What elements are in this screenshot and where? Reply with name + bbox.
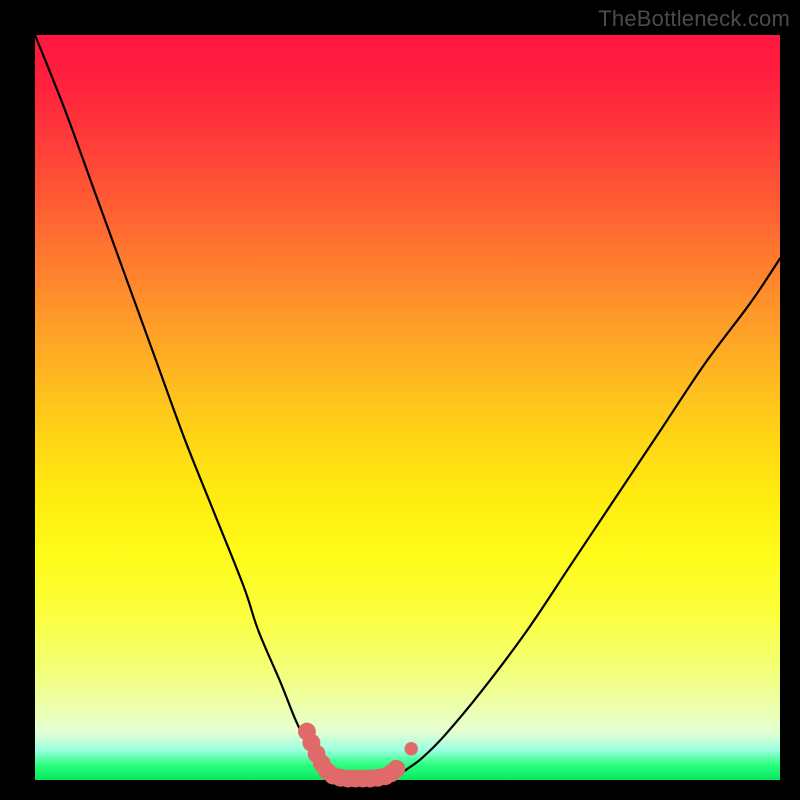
curve-right-branch bbox=[396, 259, 780, 777]
marker-dot bbox=[405, 742, 418, 755]
highlight-markers bbox=[298, 723, 418, 788]
marker-dot bbox=[387, 760, 405, 778]
chart-svg bbox=[35, 35, 780, 780]
watermark-text: TheBottleneck.com bbox=[598, 6, 790, 32]
plot-area bbox=[35, 35, 780, 780]
chart-frame: TheBottleneck.com bbox=[0, 0, 800, 800]
curve-left-branch bbox=[35, 35, 329, 776]
